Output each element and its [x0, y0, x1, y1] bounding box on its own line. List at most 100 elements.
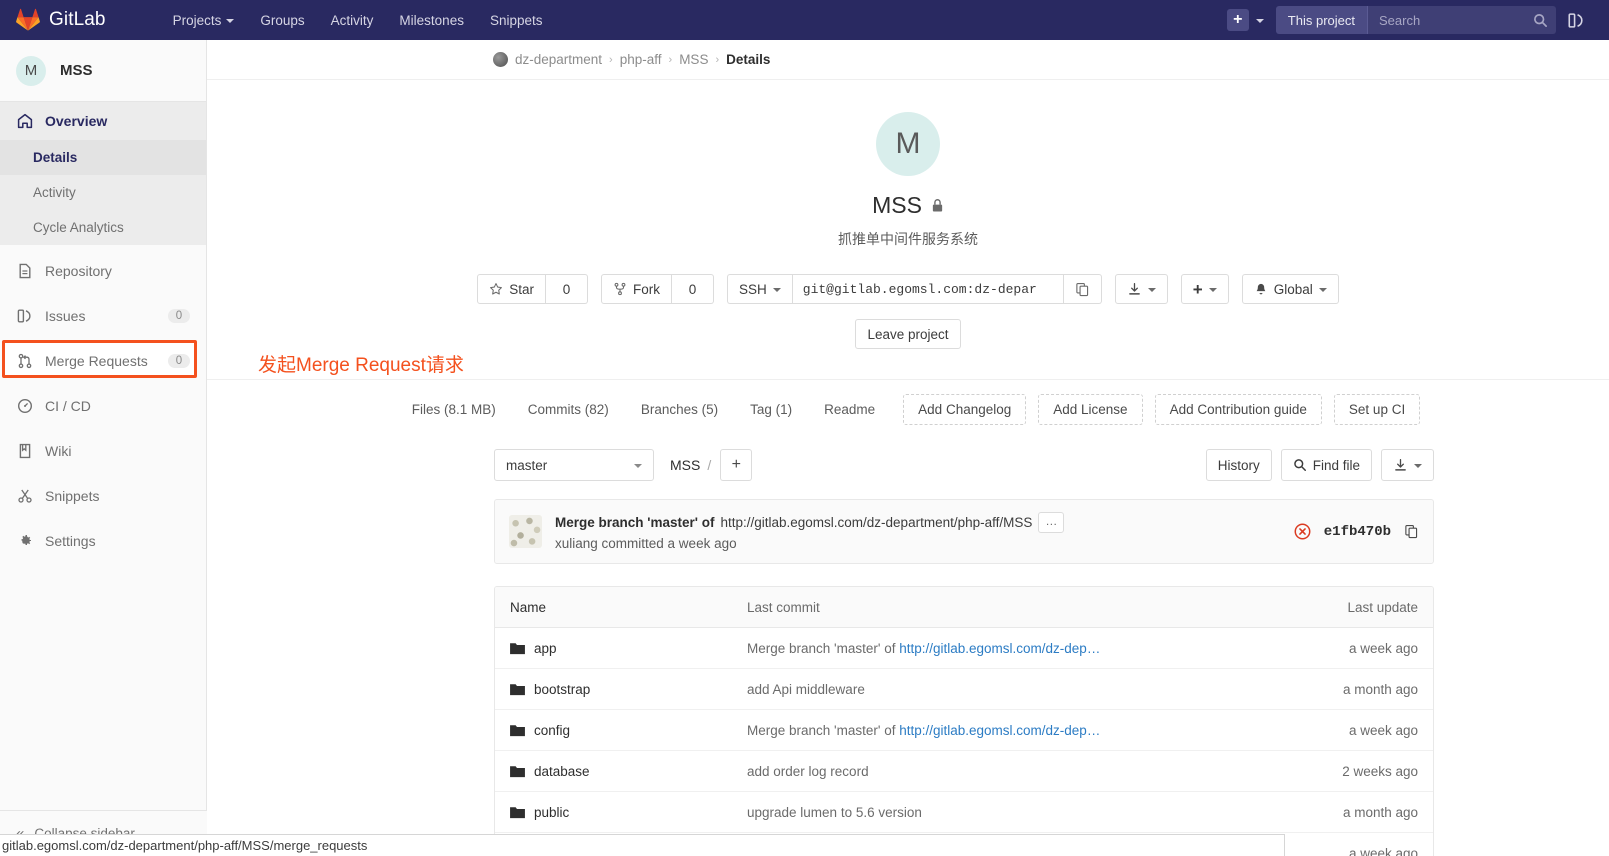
- download-archive-button[interactable]: [1381, 449, 1434, 481]
- project-stats-row: Files (8.1 MB) Commits (82) Branches (5)…: [207, 379, 1609, 441]
- file-name-label: public: [534, 804, 570, 820]
- breadcrumb-separator: ›: [668, 53, 673, 66]
- last-commit-box: Merge branch 'master' of http://gitlab.e…: [494, 499, 1434, 564]
- leave-project-button[interactable]: Leave project: [855, 319, 961, 349]
- stat-readme[interactable]: Readme: [808, 402, 891, 417]
- sidebar-item-overview[interactable]: Overview: [0, 102, 206, 140]
- branch-selector[interactable]: master: [494, 449, 654, 481]
- star-button[interactable]: Star: [477, 274, 547, 304]
- copy-icon[interactable]: [1404, 524, 1419, 539]
- commit-message: upgrade lumen to 5.6 version: [747, 804, 922, 820]
- table-row[interactable]: public upgrade lumen to 5.6 version a mo…: [495, 792, 1433, 833]
- project-description: 抓推单中间件服务系统: [838, 231, 978, 247]
- sidebar-item-snippets[interactable]: Snippets: [0, 477, 206, 515]
- history-button[interactable]: History: [1205, 449, 1272, 481]
- clone-protocol-dropdown[interactable]: SSH: [727, 274, 792, 304]
- nav-projects[interactable]: Projects: [160, 2, 248, 39]
- bell-icon: [1256, 283, 1266, 294]
- files-table: Name Last commit Last update app Merge b…: [494, 586, 1434, 856]
- add-contribution-guide-button[interactable]: Add Contribution guide: [1154, 394, 1322, 425]
- commit-sha[interactable]: e1fb470b: [1324, 524, 1391, 540]
- sidebar-item-wiki[interactable]: Wiki: [0, 432, 206, 470]
- fork-label: Fork: [633, 281, 661, 297]
- breadcrumb-subgroup[interactable]: php-aff: [620, 52, 662, 67]
- avatar: [509, 515, 542, 548]
- clone-url-input[interactable]: git@gitlab.egomsl.com:dz-depar: [791, 274, 1064, 304]
- stat-tag[interactable]: Tag (1): [734, 402, 808, 417]
- set-up-ci-button[interactable]: Set up CI: [1333, 394, 1421, 425]
- download-source-button[interactable]: [1114, 274, 1168, 304]
- file-name-label: bootstrap: [534, 681, 591, 697]
- commit-link[interactable]: http://gitlab.egomsl.com/dz-dep…: [899, 641, 1100, 656]
- commit-link[interactable]: http://gitlab.egomsl.com/dz-dep…: [899, 723, 1100, 738]
- file-commit-cell: add order log record: [747, 764, 1273, 779]
- issues-icon: [16, 308, 33, 325]
- breadcrumb: dz-department › php-aff › MSS › Details: [207, 40, 1609, 80]
- nav-activity[interactable]: Activity: [318, 2, 387, 39]
- sidebar-subitem-details[interactable]: Details: [0, 140, 206, 175]
- breadcrumb-group[interactable]: dz-department: [515, 52, 602, 67]
- breadcrumb-project[interactable]: MSS: [679, 52, 708, 67]
- nav-snippets[interactable]: Snippets: [477, 2, 556, 39]
- chevron-down-icon: [772, 288, 781, 292]
- commit-title-rest: http://gitlab.egomsl.com/dz-department/p…: [720, 515, 1033, 530]
- star-group: Star 0: [477, 274, 589, 304]
- star-label: Star: [509, 281, 535, 297]
- copy-clone-url-button[interactable]: [1063, 274, 1102, 304]
- sidebar-project-header[interactable]: M MSS: [0, 40, 206, 102]
- table-row[interactable]: app Merge branch 'master' of http://gitl…: [495, 628, 1433, 669]
- rocket-icon: [16, 398, 33, 415]
- gitlab-logo[interactable]: GitLab: [0, 8, 106, 32]
- search-scope-button[interactable]: This project: [1275, 6, 1368, 34]
- sidebar-subitem-cycle-analytics[interactable]: Cycle Analytics: [0, 210, 206, 245]
- sidebar-item-issues[interactable]: Issues 0: [0, 297, 206, 335]
- nav-milestones[interactable]: Milestones: [386, 2, 477, 39]
- commit-title: Merge branch 'master' of http://gitlab.e…: [555, 512, 1281, 533]
- star-count[interactable]: 0: [546, 274, 589, 304]
- add-to-tree-button[interactable]: +: [720, 449, 753, 481]
- add-new-button[interactable]: +: [1180, 274, 1229, 304]
- fork-count[interactable]: 0: [672, 274, 715, 304]
- new-item-dropdown[interactable]: +: [1223, 9, 1276, 31]
- stat-commits[interactable]: Commits (82): [512, 402, 625, 417]
- stat-branches[interactable]: Branches (5): [625, 402, 734, 417]
- notification-setting-button[interactable]: Global: [1241, 274, 1339, 304]
- file-name-cell[interactable]: bootstrap: [495, 682, 747, 697]
- sidebar-item-repository[interactable]: Repository: [0, 252, 206, 290]
- file-name-cell[interactable]: public: [495, 805, 747, 820]
- file-name-cell[interactable]: database: [495, 764, 747, 779]
- path-root[interactable]: MSS: [670, 457, 700, 473]
- sidebar-subitem-activity[interactable]: Activity: [0, 175, 206, 210]
- fork-button[interactable]: Fork: [601, 274, 673, 304]
- file-commit-cell: Merge branch 'master' of http://gitlab.e…: [747, 723, 1273, 738]
- file-update-cell: a month ago: [1342, 681, 1418, 697]
- add-changelog-button[interactable]: Add Changelog: [903, 394, 1027, 425]
- ci-failed-icon[interactable]: [1294, 523, 1311, 540]
- fork-group: Fork 0: [601, 274, 715, 304]
- nav-groups[interactable]: Groups: [247, 2, 317, 39]
- chevron-down-icon: [1255, 19, 1264, 23]
- file-name-cell[interactable]: app: [495, 641, 747, 656]
- column-header-last-update: Last update: [1347, 599, 1418, 615]
- add-license-button[interactable]: Add License: [1038, 394, 1143, 425]
- search-input[interactable]: Search: [1368, 6, 1556, 34]
- find-file-button[interactable]: Find file: [1280, 449, 1372, 481]
- file-name-cell[interactable]: config: [495, 723, 747, 738]
- scissors-icon: [16, 488, 33, 505]
- sidebar-item-settings[interactable]: Settings: [0, 522, 206, 560]
- sidebar-item-merge-requests-label: Merge Requests: [45, 353, 148, 369]
- stat-files[interactable]: Files (8.1 MB): [396, 402, 512, 417]
- files-section: master MSS / + History Find file Merge b…: [207, 441, 1609, 856]
- files-toolbar: master MSS / + History Find file: [494, 441, 1434, 481]
- issues-board-button[interactable]: [1556, 12, 1597, 29]
- table-row[interactable]: bootstrap add Api middleware a month ago: [495, 669, 1433, 710]
- sidebar-item-merge-requests[interactable]: Merge Requests 0: [0, 342, 206, 380]
- sidebar-item-ci-cd[interactable]: CI / CD: [0, 387, 206, 425]
- notification-label: Global: [1273, 281, 1313, 297]
- commit-expand-button[interactable]: …: [1038, 512, 1065, 533]
- table-row[interactable]: config Merge branch 'master' of http://g…: [495, 710, 1433, 751]
- commit-message: Merge branch 'master' of: [747, 640, 900, 656]
- table-row[interactable]: database add order log record 2 weeks ag…: [495, 751, 1433, 792]
